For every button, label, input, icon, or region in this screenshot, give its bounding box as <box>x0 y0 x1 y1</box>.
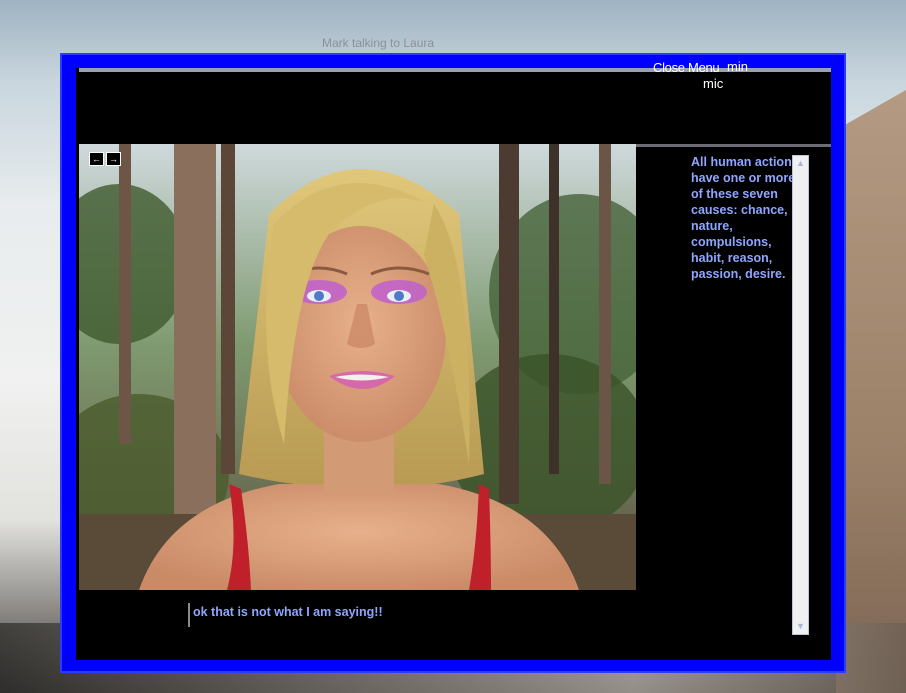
scroll-up-icon[interactable]: ▲ <box>794 157 807 170</box>
minimize-button[interactable]: min <box>727 59 748 74</box>
close-menu-button[interactable]: Close Menu <box>653 60 720 75</box>
text-caret <box>188 603 190 627</box>
chat-input[interactable]: ok that is not what I am saying!! <box>188 603 748 629</box>
chat-window-frame: Close Menu min mic ← → All human actions… <box>60 53 846 673</box>
forest-background <box>79 144 636 590</box>
nav-buttons: ← → <box>89 152 121 166</box>
scroll-down-icon[interactable]: ▼ <box>794 620 807 633</box>
response-scrollbar[interactable]: ▲ ▼ <box>792 155 809 635</box>
chat-input-text: ok that is not what I am saying!! <box>193 605 383 619</box>
avatar-scene: ← → <box>79 144 636 590</box>
mic-button[interactable]: mic <box>703 76 723 91</box>
bot-response-text: All human actions have one or more of th… <box>691 155 799 281</box>
top-bar: Close Menu min mic <box>79 59 831 147</box>
window-caption: Mark talking to Laura <box>322 36 435 50</box>
room-wall <box>836 90 906 693</box>
chat-window-inner: Close Menu min mic ← → All human actions… <box>76 59 831 660</box>
forward-arrow-icon[interactable]: → <box>106 152 121 166</box>
back-arrow-icon[interactable]: ← <box>89 152 104 166</box>
